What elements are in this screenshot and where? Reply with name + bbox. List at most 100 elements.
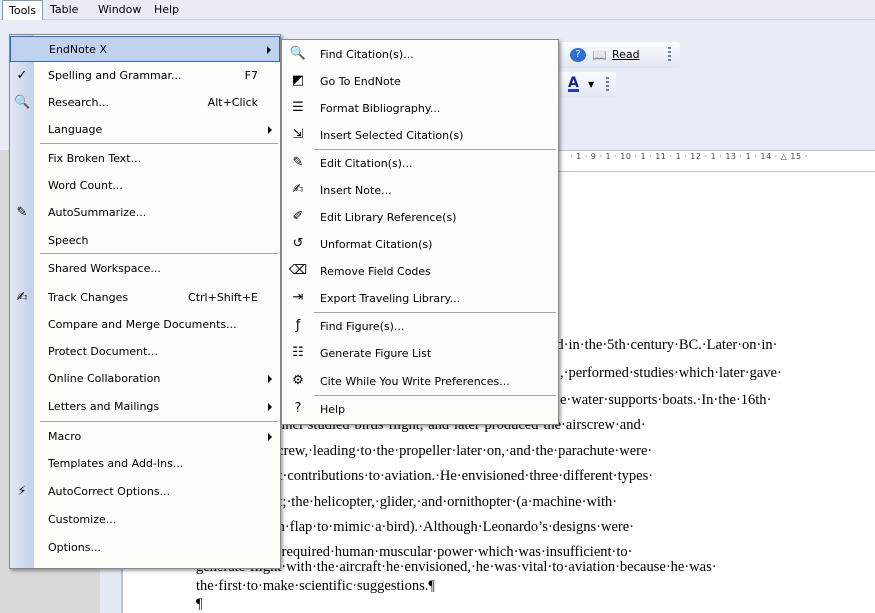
autocorrect-icon: ⚡ (17, 484, 27, 499)
tools-item-customize[interactable]: Customize... (10, 507, 280, 533)
endnote-item-unformat-citation-s[interactable]: ↺ Unformat Citation(s) (282, 232, 558, 258)
tools-item-fix-broken-text[interactable]: Fix Broken Text... (10, 146, 280, 172)
menu-item-label: Letters and Mailings (48, 400, 160, 413)
menu-separator (314, 312, 556, 313)
unformat-citation-icon: ↺ (292, 236, 304, 251)
menu-item-label: Compare and Merge Documents... (48, 318, 237, 331)
format-bibliography-icon: ☰ (292, 100, 304, 115)
endnote-item-insert-note[interactable]: ✍ Insert Note... (282, 178, 558, 204)
cwyw-preferences-icon: ⚙ (292, 373, 304, 388)
tools-item-endnote-x[interactable]: EndNote X (10, 36, 280, 62)
track-changes-icon: ✍ (16, 290, 28, 305)
menu-item-label: Remove Field Codes (320, 265, 431, 278)
endnote-item-help[interactable]: ? Help (282, 397, 558, 423)
research-icon: 🔍 (14, 95, 31, 110)
menu-tools[interactable]: Tools (2, 0, 44, 21)
help-icon: ? (294, 401, 302, 416)
menu-item-label: Customize... (48, 513, 117, 526)
autosummarize-icon: ✎ (16, 205, 28, 220)
figure-list-icon: ☷ (292, 345, 304, 360)
endnote-item-export-traveling-library[interactable]: ⇥ Export Traveling Library... (282, 286, 558, 312)
menu-separator (314, 395, 556, 396)
endnote-item-generate-figure-list[interactable]: ☷ Generate Figure List (282, 341, 558, 367)
endnote-item-find-figure-s[interactable]: ƒ Find Figure(s)... (282, 314, 558, 340)
tools-item-speech[interactable]: Speech (10, 228, 280, 254)
tools-item-spelling-and-grammar[interactable]: ✓ Spelling and Grammar... F7 (10, 63, 280, 89)
tools-item-macro[interactable]: Macro (10, 424, 280, 450)
ruler-ticks: · 1 · 9 · 1 · 10 · 1 · 11 · 1 · 12 · 1 ·… (570, 152, 808, 161)
tools-item-letters-and-mailings[interactable]: Letters and Mailings (10, 394, 280, 420)
tools-item-autocorrect-options[interactable]: ⚡ AutoCorrect Options... (10, 479, 280, 505)
document-line: the·first·to·make·scientific·suggestions… (196, 578, 435, 594)
menu-separator (314, 149, 556, 150)
menu-item-label: AutoSummarize... (48, 206, 147, 219)
document-line: ed·in·the·5th·century·BC.·Later·on·in· (550, 337, 778, 353)
tools-item-protect-document[interactable]: Protect Document... (10, 339, 280, 365)
font-color-icon[interactable]: A (568, 76, 579, 92)
tools-item-compare-and-merge-documents[interactable]: Compare and Merge Documents... (10, 312, 280, 338)
tools-item-language[interactable]: Language (10, 117, 280, 143)
tools-item-online-collaboration[interactable]: Online Collaboration (10, 366, 280, 392)
endnote-item-edit-library-reference-s[interactable]: ✐ Edit Library Reference(s) (282, 205, 558, 231)
menu-item-label: Generate Figure List (320, 347, 432, 360)
menu-item-label: Edit Library Reference(s) (320, 211, 457, 224)
endnote-item-find-citation-s[interactable]: 🔍 Find Citation(s)... (282, 42, 558, 68)
menu-item-label: Edit Citation(s)... (320, 157, 413, 170)
endnote-item-insert-selected-citation-s[interactable]: ⇲ Insert Selected Citation(s) (282, 123, 558, 149)
endnote-item-format-bibliography[interactable]: ☰ Format Bibliography... (282, 96, 558, 122)
menu-item-label: Speech (48, 234, 89, 247)
menu-item-label: Fix Broken Text... (48, 152, 142, 165)
endnote-item-edit-citation-s[interactable]: ✎ Edit Citation(s)... (282, 151, 558, 177)
help-icon[interactable]: ? (570, 48, 586, 62)
chevron-down-icon[interactable]: ▼ (588, 76, 594, 94)
read-label: Read (612, 48, 640, 61)
document-line: ,·performed·studies·which·later·gave· (560, 365, 782, 381)
menu-item-label: Cite While You Write Preferences... (320, 375, 510, 388)
tools-item-autosummarize[interactable]: ✎ AutoSummarize... (10, 200, 280, 226)
formatting-toolbar: A ▼ (556, 72, 616, 98)
menu-item-label: Spelling and Grammar... (48, 69, 182, 82)
endnote-item-remove-field-codes[interactable]: ⌫ Remove Field Codes (282, 259, 558, 285)
menu-item-label: Insert Selected Citation(s) (320, 129, 464, 142)
menu-help[interactable]: Help (148, 0, 185, 20)
insert-note-icon: ✍ (292, 182, 304, 197)
menu-table[interactable]: Table (44, 0, 84, 20)
submenu-arrow-icon (268, 126, 272, 134)
menu-separator (40, 421, 278, 422)
toolbar-gripper-2[interactable] (606, 77, 609, 93)
submenu-arrow-icon (268, 433, 272, 441)
document-line: ¶ (196, 596, 203, 612)
submenu-arrow-icon (268, 375, 272, 383)
insert-citation-icon: ⇲ (292, 127, 304, 142)
tools-item-word-count[interactable]: Word Count... (10, 173, 280, 199)
menu-item-label: Research... (48, 96, 109, 109)
edit-library-icon: ✐ (292, 209, 304, 224)
tools-item-shared-workspace[interactable]: Shared Workspace... (10, 256, 280, 282)
read-button[interactable]: Read (612, 46, 640, 64)
shortcut-label: F7 (244, 69, 258, 82)
remove-field-codes-icon: ⌫ (288, 263, 308, 278)
menu-separator (40, 143, 278, 144)
menu-item-label: Unformat Citation(s) (320, 238, 433, 251)
endnote-item-cite-while-you-write-preferences[interactable]: ⚙ Cite While You Write Preferences... (282, 369, 558, 395)
menu-item-label: Find Citation(s)... (320, 48, 414, 61)
menu-item-label: Export Traveling Library... (320, 292, 461, 305)
tools-item-options[interactable]: Options... (10, 535, 280, 561)
shortcut-label: Alt+Click (207, 96, 258, 109)
menu-item-label: Format Bibliography... (320, 102, 441, 115)
menu-separator (40, 253, 278, 254)
endnote-item-go-to-endnote[interactable]: ◩ Go To EndNote (282, 69, 558, 95)
shortcut-label: Ctrl+Shift+E (188, 291, 258, 304)
menu-item-label: Word Count... (48, 179, 123, 192)
menu-item-label: Track Changes (48, 291, 129, 304)
find-citation-icon: 🔍 (289, 46, 307, 61)
menu-item-label: Help (320, 403, 346, 416)
tools-item-track-changes[interactable]: ✍ Track Changes Ctrl+Shift+E (10, 285, 280, 311)
tools-item-templates-and-add-ins[interactable]: Templates and Add-Ins... (10, 451, 280, 477)
toolbar-gripper[interactable] (668, 47, 671, 63)
menu-window[interactable]: Window (92, 0, 147, 20)
menu-item-label: Shared Workspace... (48, 262, 161, 275)
menu-item-label: Protect Document... (48, 345, 158, 358)
menu-item-label: Go To EndNote (320, 75, 401, 88)
tools-item-research[interactable]: 🔍 Research... Alt+Click (10, 90, 280, 116)
